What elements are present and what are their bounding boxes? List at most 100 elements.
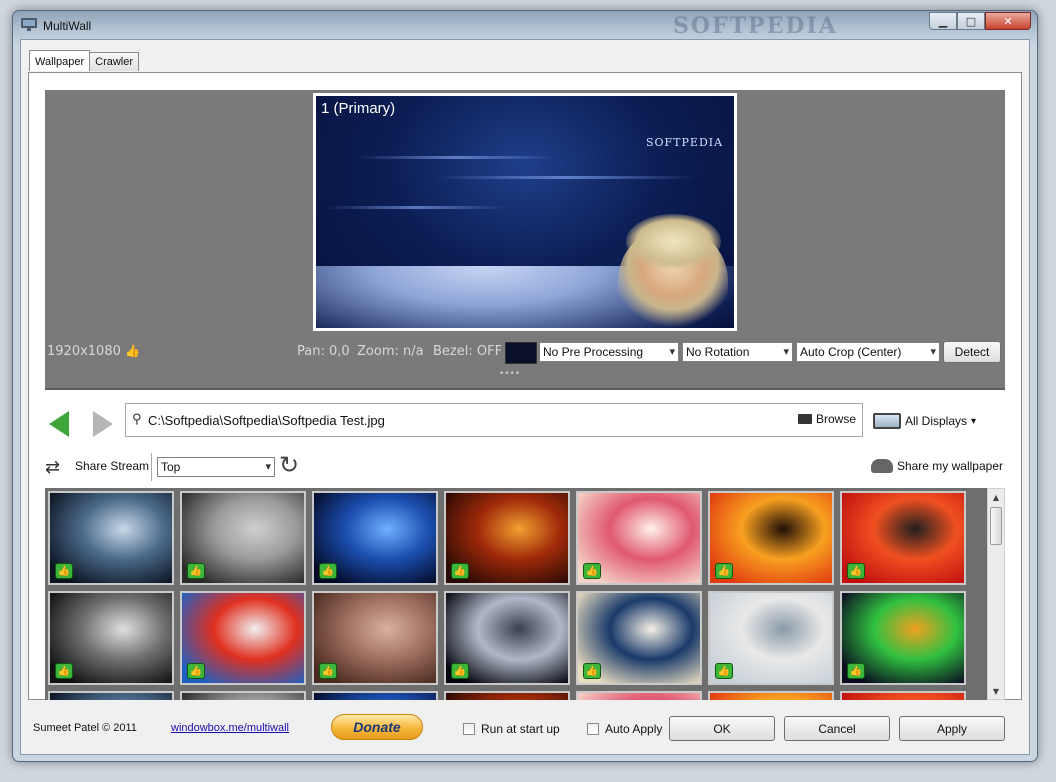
display-preview: SOFTPEDIA 1 (Primary) 1920x1080 👍 Pan: 0…: [45, 90, 1005, 390]
thumbs-up-icon[interactable]: 👍: [583, 663, 601, 679]
cloud-upload-icon: [870, 459, 893, 473]
thumbs-up-icon[interactable]: 👍: [451, 563, 469, 579]
donate-button[interactable]: Donate: [331, 714, 423, 740]
next-arrow-icon[interactable]: [93, 411, 113, 437]
wallpaper-thumbnail-paint-swirl[interactable]: 👍: [180, 591, 306, 685]
light-streak: [326, 206, 506, 209]
previous-arrow-icon[interactable]: [49, 411, 69, 437]
all-displays-dropdown[interactable]: All Displays ▾: [873, 413, 976, 429]
wallpaper-thumbnail-blue-planet[interactable]: 👍: [312, 491, 438, 585]
thumbs-up-icon[interactable]: 👍: [715, 563, 733, 579]
tab-wallpaper[interactable]: Wallpaper: [29, 50, 91, 71]
background-color-swatch[interactable]: [505, 342, 537, 364]
thumbs-up-icon[interactable]: 👍: [583, 563, 601, 579]
run-at-startup-label: Run at start up: [481, 722, 560, 736]
light-streak: [356, 156, 556, 159]
thumbs-up-icon[interactable]: 👍: [847, 663, 865, 679]
run-at-startup-checkbox[interactable]: Run at start up: [463, 722, 560, 736]
minimize-button[interactable]: ▁: [929, 12, 957, 30]
scroll-down-icon[interactable]: ▼: [988, 683, 1004, 699]
wallpaper-hair: [626, 214, 721, 269]
maximize-button[interactable]: □: [957, 12, 985, 30]
window-controls: ▁ □ ✕: [929, 12, 1031, 30]
share-my-wallpaper-label: Share my wallpaper: [896, 459, 1003, 473]
rotation-select[interactable]: No Rotation: [682, 342, 793, 362]
run-at-startup-box[interactable]: [463, 723, 475, 735]
monitor-preview-primary[interactable]: SOFTPEDIA 1 (Primary): [313, 93, 737, 331]
wallpaper-tab-page: SOFTPEDIA 1 (Primary) 1920x1080 👍 Pan: 0…: [28, 72, 1022, 700]
refresh-icon[interactable]: ↻: [279, 451, 299, 479]
thumbs-up-icon[interactable]: 👍: [187, 563, 205, 579]
thumbs-up-icon[interactable]: 👍: [451, 663, 469, 679]
thumbs-up-icon[interactable]: 👍: [847, 563, 865, 579]
thumbs-up-icon[interactable]: 👍: [55, 663, 73, 679]
wallpaper-thumbnail-armored-warrior[interactable]: 👍: [840, 491, 966, 585]
wallpaper-path-text: C:\Softpedia\Softpedia\Softpedia Test.jp…: [148, 413, 385, 428]
zoom-label: Zoom: n/a: [357, 344, 424, 359]
wallpaper-path-field[interactable]: ⚲ C:\Softpedia\Softpedia\Softpedia Test.…: [125, 403, 863, 437]
apply-button[interactable]: Apply: [899, 716, 1005, 741]
thumbs-up-icon[interactable]: 👍: [319, 663, 337, 679]
scroll-thumb[interactable]: [990, 507, 1002, 545]
wallpaper-thumbnail-tree-sunset[interactable]: 👍: [708, 491, 834, 585]
wallpaper-thumbnail-typewriter[interactable]: 👍: [48, 591, 174, 685]
thumbs-up-icon[interactable]: 👍: [125, 344, 140, 358]
resolution-label: 1920x1080 👍: [47, 344, 140, 359]
wallpaper-thumbnail-fire-demon[interactable]: 👍: [444, 691, 570, 700]
wallpaper-thumbnail-grid: 👍 👍 👍 👍 👍 👍 👍 👍 👍 👍 👍 👍 👍 👍 👍 👍 👍 👍 👍 👍 👍: [45, 488, 987, 700]
watermark-text: SOFTPEDIA: [673, 13, 838, 39]
auto-apply-checkbox[interactable]: Auto Apply: [587, 722, 662, 736]
thumbs-up-icon[interactable]: 👍: [715, 663, 733, 679]
sort-select[interactable]: Top: [157, 457, 275, 477]
auto-apply-box[interactable]: [587, 723, 599, 735]
wallpaper-thumbnail-earth-horizon[interactable]: 👍: [48, 491, 174, 585]
scroll-up-icon[interactable]: ▲: [988, 489, 1004, 505]
monitor-icon: [873, 413, 901, 429]
wallpaper-thumbnail-taj-mahal[interactable]: 👍: [708, 591, 834, 685]
wallpaper-thumbnail-wreckage[interactable]: 👍: [312, 591, 438, 685]
thumbs-up-icon[interactable]: 👍: [319, 563, 337, 579]
all-displays-label: All Displays: [905, 414, 968, 428]
wallpaper-thumbnail-lily-flower[interactable]: 👍: [576, 691, 702, 700]
app-window: MultiWall SOFTPEDIA ▁ □ ✕ Wallpaper Craw…: [12, 10, 1038, 762]
wallpaper-thumbnail-blue-planet[interactable]: 👍: [312, 691, 438, 700]
chevron-down-icon: ▾: [971, 415, 977, 427]
wallpaper-thumbnail-fire-demon[interactable]: 👍: [444, 491, 570, 585]
ok-button[interactable]: OK: [669, 716, 775, 741]
wallpaper-thumbnail-lily-flower[interactable]: 👍: [576, 491, 702, 585]
wallpaper-thumbnail-tree-sunset[interactable]: 👍: [708, 691, 834, 700]
wallpaper-thumbnail-armored-warrior[interactable]: 👍: [840, 691, 966, 700]
wallpaper-thumbnail-star-destroyer[interactable]: 👍: [444, 591, 570, 685]
app-icon: [21, 18, 37, 31]
monitor-label: 1 (Primary): [321, 100, 396, 117]
share-stream-button[interactable]: Share Stream: [75, 459, 149, 473]
splitter-handle[interactable]: ••••: [499, 369, 520, 379]
wallpaper-thumbnail-earth-horizon[interactable]: 👍: [48, 691, 174, 700]
navigation-row: ⚲ C:\Softpedia\Softpedia\Softpedia Test.…: [45, 403, 1005, 443]
title-bar: MultiWall SOFTPEDIA ▁ □ ✕: [13, 11, 1037, 39]
wallpaper-thumbnail-man-in-coat[interactable]: 👍: [180, 691, 306, 700]
tab-strip: Wallpaper Crawler: [29, 50, 140, 71]
cancel-button[interactable]: Cancel: [784, 716, 890, 741]
browse-label: Browse: [815, 412, 856, 426]
shuffle-icon[interactable]: ⇄: [45, 457, 60, 478]
thumbs-up-icon[interactable]: 👍: [55, 563, 73, 579]
browse-button[interactable]: Browse: [797, 412, 856, 426]
close-button[interactable]: ✕: [985, 12, 1031, 30]
wallpaper-thumbnail-man-in-coat[interactable]: 👍: [180, 491, 306, 585]
pre-processing-select[interactable]: No Pre Processing: [539, 342, 679, 362]
crop-select[interactable]: Auto Crop (Center): [796, 342, 940, 362]
bezel-label: Bezel: OFF: [433, 344, 503, 359]
website-link[interactable]: windowbox.me/multiwall: [171, 722, 289, 734]
thumbs-up-icon[interactable]: 👍: [187, 663, 205, 679]
folder-icon: [797, 414, 812, 424]
detect-button[interactable]: Detect: [943, 341, 1001, 363]
share-my-wallpaper-button[interactable]: Share my wallpaper: [870, 459, 1003, 473]
grid-scrollbar[interactable]: ▲ ▼: [987, 488, 1005, 700]
preview-info-bar: 1920x1080 👍 Pan: 0,0 Zoom: n/a Bezel: OF…: [45, 338, 1005, 366]
auto-apply-label: Auto Apply: [605, 722, 663, 736]
wallpaper-thumbnail-great-wave[interactable]: 👍: [576, 591, 702, 685]
tab-crawler[interactable]: Crawler: [89, 52, 140, 71]
wallpaper-thumbnail-color-spectrum[interactable]: 👍: [840, 591, 966, 685]
window-title: MultiWall: [43, 19, 92, 33]
